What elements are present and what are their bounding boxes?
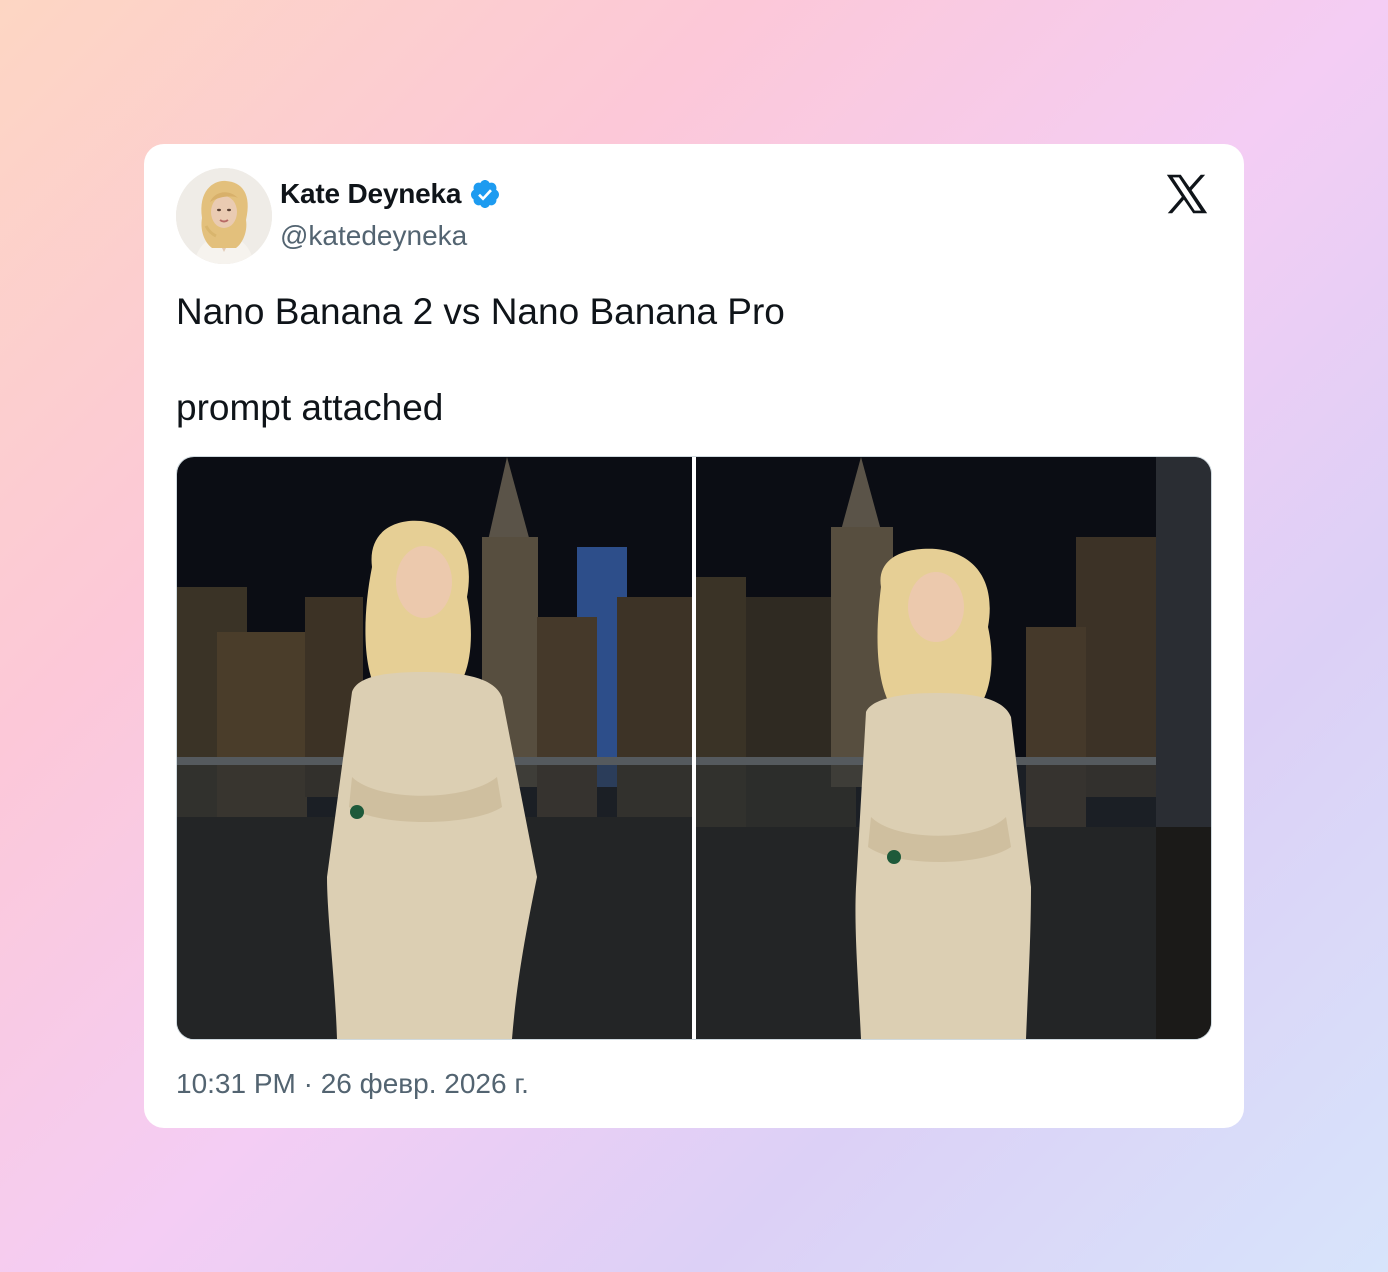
tweet-text-line-1: Nano Banana 2 vs Nano Banana Pro bbox=[176, 291, 785, 332]
media-image-left[interactable] bbox=[177, 457, 692, 1039]
tweet-card: Kate Deyneka @katedeyneka Nano Banana 2 … bbox=[144, 144, 1244, 1128]
author-name-row: Kate Deyneka bbox=[280, 176, 501, 212]
media-grid bbox=[176, 456, 1212, 1040]
tweet-text-line-2: prompt attached bbox=[176, 387, 444, 428]
photo-night-city-left bbox=[177, 457, 692, 1039]
author-handle[interactable]: @katedeyneka bbox=[280, 220, 467, 252]
media-image-right[interactable] bbox=[696, 457, 1211, 1039]
avatar[interactable] bbox=[176, 168, 272, 264]
avatar-image bbox=[176, 168, 272, 264]
x-logo-icon[interactable] bbox=[1165, 172, 1209, 216]
tweet-timestamp[interactable]: 10:31 PM · 26 февр. 2026 г. bbox=[176, 1068, 529, 1100]
photo-night-city-right bbox=[696, 457, 1211, 1039]
verified-badge-icon bbox=[471, 180, 500, 208]
author-name[interactable]: Kate Deyneka bbox=[280, 178, 461, 210]
